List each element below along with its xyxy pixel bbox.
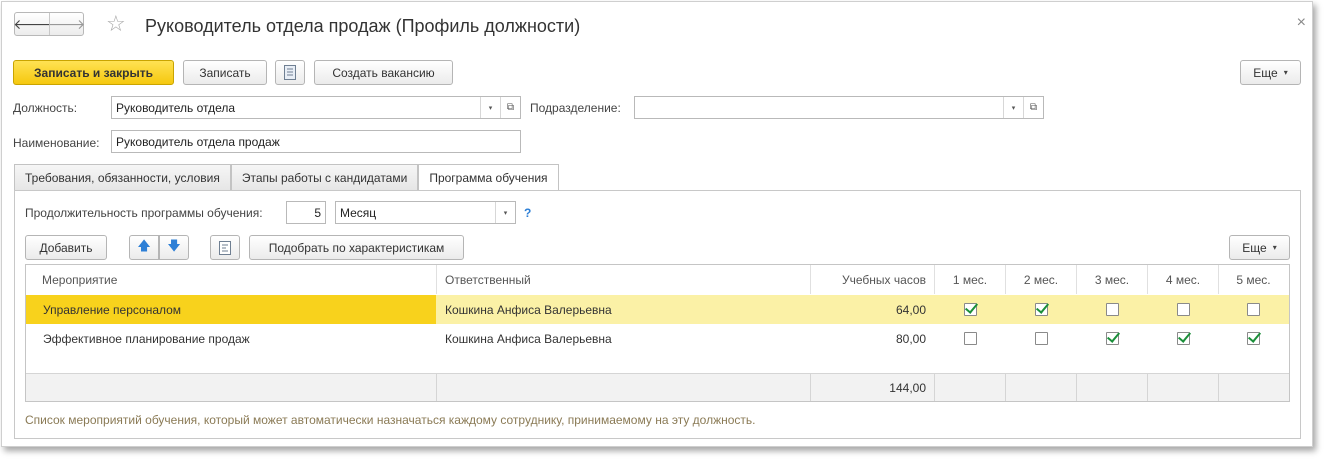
- event-cell: Эффективное планирование продаж: [43, 331, 250, 346]
- month-checkbox[interactable]: [1176, 303, 1190, 316]
- duration-unit-select[interactable]: Месяц ▾: [335, 201, 516, 224]
- month-cell: [934, 324, 1005, 353]
- duration-input[interactable]: 5: [286, 201, 326, 224]
- duration-label: Продолжительность программы обучения:: [25, 206, 263, 220]
- month-checkbox[interactable]: [1176, 332, 1190, 345]
- document-list-button[interactable]: [275, 60, 305, 85]
- responsible-cell: Кошкина Анфиса Валерьевна: [445, 302, 612, 317]
- month-cell: [934, 295, 1005, 324]
- position-label: Должность:: [13, 101, 78, 115]
- training-events-table: Мероприятие Ответственный Учебных часов …: [25, 264, 1290, 402]
- column-header[interactable]: Ответственный: [436, 265, 810, 294]
- favorite-star-icon[interactable]: ☆: [106, 13, 126, 35]
- month-checkbox[interactable]: [1247, 303, 1260, 316]
- help-icon[interactable]: ?: [524, 206, 531, 220]
- open-icon[interactable]: ⧉: [1023, 97, 1043, 118]
- column-header[interactable]: 4 мес.: [1147, 265, 1218, 294]
- totals-cell: [934, 374, 1005, 401]
- save-and-close-button[interactable]: Записать и закрыть: [13, 60, 174, 85]
- chevron-down-icon[interactable]: ▾: [480, 97, 500, 118]
- totals-cell: [1218, 374, 1288, 401]
- move-up-icon[interactable]: 🡅: [129, 235, 159, 260]
- totals-cell: [436, 374, 810, 401]
- add-button[interactable]: Добавить: [25, 235, 107, 260]
- duration-unit-value: Месяц: [340, 205, 377, 220]
- table-header: Мероприятие Ответственный Учебных часов …: [26, 265, 1289, 294]
- table-totals-row: 144,00: [26, 373, 1289, 401]
- month-cell: [1147, 324, 1218, 353]
- column-header[interactable]: 2 мес.: [1005, 265, 1076, 294]
- month-cell: [1147, 295, 1218, 324]
- more-menu-button[interactable]: Еще ▾: [1240, 60, 1301, 85]
- document-list-icon: [284, 65, 296, 80]
- month-checkbox[interactable]: [1105, 332, 1119, 345]
- column-header[interactable]: Учебных часов: [810, 265, 934, 294]
- tab-candidate-stages[interactable]: Этапы работы с кандидатами: [230, 164, 419, 190]
- month-checkbox[interactable]: [963, 303, 977, 316]
- column-header[interactable]: 3 мес.: [1076, 265, 1147, 294]
- chevron-down-icon[interactable]: ▾: [1003, 97, 1023, 118]
- hours-cell: 80,00: [895, 331, 926, 346]
- month-cell: [1218, 324, 1288, 353]
- month-checkbox[interactable]: [1247, 332, 1260, 345]
- position-value: Руководитель отдела: [116, 100, 236, 115]
- sort-list-icon: [219, 240, 231, 255]
- nav-buttons: 🡐 🡒: [13, 12, 85, 36]
- open-icon[interactable]: ⧉: [500, 97, 520, 118]
- close-icon[interactable]: ×: [1297, 14, 1306, 32]
- totals-cell: [1147, 374, 1218, 401]
- month-checkbox[interactable]: [963, 332, 977, 345]
- move-down-icon[interactable]: 🡇: [159, 235, 189, 260]
- chevron-down-icon: ▾: [1272, 243, 1277, 252]
- totals-cell: [26, 374, 436, 401]
- department-label: Подразделение:: [530, 101, 621, 115]
- month-cell: [1076, 324, 1147, 353]
- chevron-down-icon: ▾: [1283, 68, 1288, 77]
- forward-arrow-icon[interactable]: 🡒: [48, 13, 85, 35]
- table-row[interactable]: Эффективное планирование продаж Кошкина А…: [26, 324, 1289, 353]
- save-button[interactable]: Записать: [183, 60, 267, 85]
- responsible-cell: Кошкина Анфиса Валерьевна: [445, 331, 612, 346]
- month-checkbox[interactable]: [1105, 303, 1119, 316]
- column-header[interactable]: 1 мес.: [934, 265, 1005, 294]
- tab-requirements[interactable]: Требования, обязанности, условия: [14, 164, 231, 190]
- tab-training-program[interactable]: Программа обучения: [418, 164, 559, 191]
- create-vacancy-button[interactable]: Создать вакансию: [314, 60, 453, 85]
- position-field[interactable]: Руководитель отдела ▾ ⧉: [111, 96, 521, 119]
- total-hours: 144,00: [810, 374, 934, 401]
- hours-cell: 64,00: [895, 302, 926, 317]
- window-title: Руководитель отдела продаж (Профиль долж…: [145, 16, 581, 36]
- table-hint-text: Список мероприятий обучения, который мож…: [25, 413, 756, 427]
- month-cell: [1076, 295, 1147, 324]
- department-field[interactable]: ▾ ⧉: [634, 96, 1044, 119]
- month-checkbox[interactable]: [1034, 332, 1048, 345]
- month-cell: [1218, 295, 1288, 324]
- totals-cell: [1005, 374, 1076, 401]
- event-cell: Управление персоналом: [26, 295, 436, 324]
- table-more-menu-button[interactable]: Еще ▾: [1229, 235, 1290, 260]
- tab-bar: Требования, обязанности, условия Этапы р…: [14, 164, 559, 191]
- month-checkbox[interactable]: [1034, 303, 1048, 316]
- more-label: Еще: [1253, 65, 1278, 80]
- duration-value: 5: [314, 205, 321, 220]
- name-value: Руководитель отдела продаж: [116, 134, 280, 149]
- name-input[interactable]: Руководитель отдела продаж: [111, 130, 521, 153]
- month-cell: [1005, 295, 1076, 324]
- name-label: Наименование:: [13, 136, 100, 150]
- profile-window: 🡐 🡒 ☆ Руководитель отдела продаж (Профил…: [1, 1, 1313, 447]
- title-bar: 🡐 🡒 ☆ Руководитель отдела продаж (Профил…: [2, 2, 1312, 50]
- column-header[interactable]: Мероприятие: [26, 265, 436, 294]
- sort-button[interactable]: [210, 235, 240, 260]
- column-header[interactable]: 5 мес.: [1218, 265, 1288, 294]
- table-row[interactable]: Управление персоналом Кошкина Анфиса Вале…: [26, 295, 1289, 324]
- month-cell: [1005, 324, 1076, 353]
- more-label: Еще: [1242, 240, 1267, 255]
- chevron-down-icon[interactable]: ▾: [495, 202, 515, 223]
- back-arrow-icon[interactable]: 🡐: [13, 13, 51, 35]
- totals-cell: [1076, 374, 1147, 401]
- pick-by-characteristics-button[interactable]: Подобрать по характеристикам: [249, 235, 464, 260]
